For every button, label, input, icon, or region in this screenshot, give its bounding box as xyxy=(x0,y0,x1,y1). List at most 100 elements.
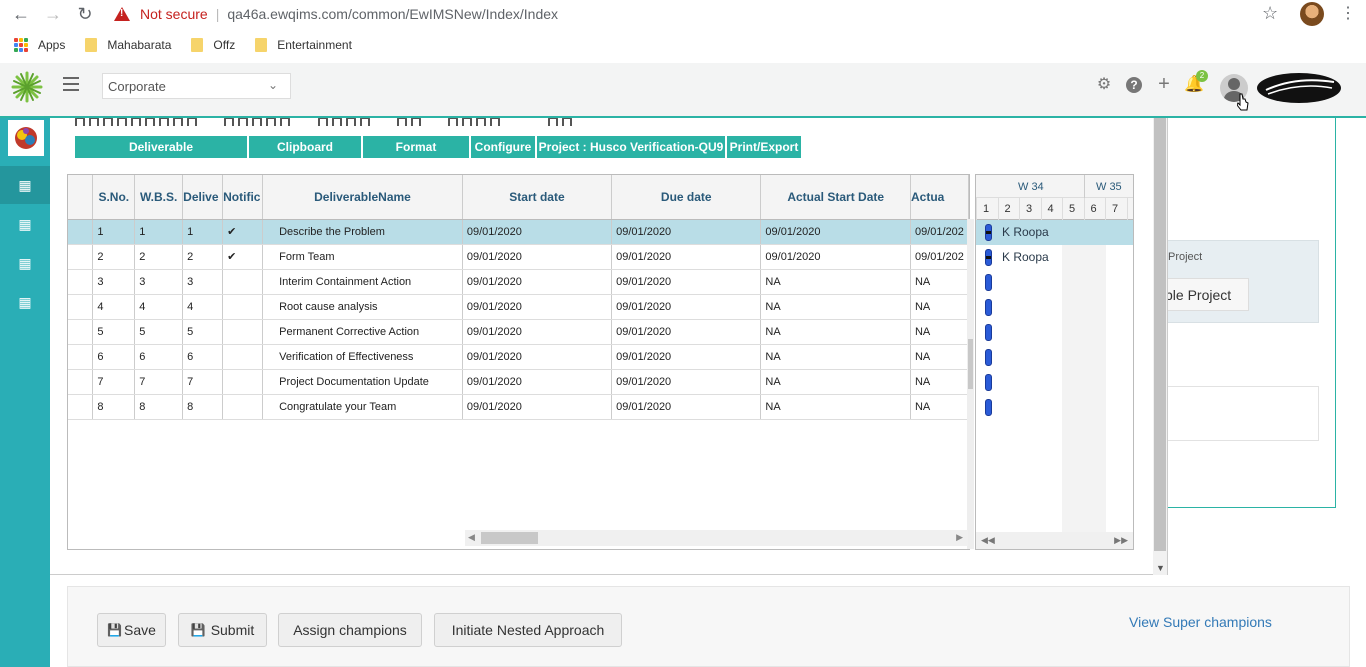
table-cell-name[interactable]: Interim Containment Action xyxy=(262,269,463,295)
table-cell-due[interactable]: 09/01/2020 xyxy=(611,394,762,420)
gantt-task-bar[interactable] xyxy=(985,324,992,341)
table-cell-wbs[interactable]: 8 xyxy=(134,394,184,420)
row-selector[interactable] xyxy=(68,369,94,395)
table-cell-due[interactable]: 09/01/2020 xyxy=(611,244,762,270)
sidebar-item-building-2[interactable]: ▦ xyxy=(0,205,50,243)
table-cell-notif[interactable] xyxy=(222,344,264,370)
table-cell-name[interactable]: Congratulate your Team xyxy=(262,394,463,420)
column-header[interactable]: Due date xyxy=(611,175,762,220)
table-cell-name[interactable]: Permanent Corrective Action xyxy=(262,319,463,345)
table-cell-due[interactable]: 09/01/2020 xyxy=(611,269,762,295)
add-plus-icon[interactable]: + xyxy=(1155,73,1173,95)
table-cell-due[interactable]: 09/01/2020 xyxy=(611,319,762,345)
column-header[interactable]: W.B.S. xyxy=(134,175,184,220)
column-header[interactable]: Actual Start Date xyxy=(760,175,911,220)
table-row[interactable]: 8 8 8 Congratulate your Team 09/01/2020 09/01… xyxy=(68,394,969,420)
table-cell-sno[interactable]: 1 xyxy=(92,219,136,245)
table-row[interactable]: 7 7 7 Project Documentation Update 09/01/202… xyxy=(68,369,969,395)
ribbon-group-print-export[interactable]: Print/Export xyxy=(727,136,801,158)
table-cell-actual-start[interactable]: NA xyxy=(760,319,911,345)
sidebar-item-building-3[interactable]: ▦ xyxy=(0,244,50,282)
table-cell-actual[interactable]: NA xyxy=(910,294,969,320)
modal-vertical-scrollbar[interactable]: ▼ xyxy=(1153,118,1167,575)
ribbon-group-format[interactable]: Format xyxy=(363,136,469,158)
column-header[interactable]: Delive xyxy=(182,175,224,220)
bookmark-star-icon[interactable]: ☆ xyxy=(1262,3,1278,24)
ribbon-group-configure[interactable]: Configure xyxy=(471,136,535,158)
table-cell-due[interactable]: 09/01/2020 xyxy=(611,344,762,370)
table-cell-start[interactable]: 09/01/2020 xyxy=(462,244,613,270)
table-cell-deliv[interactable]: 1 xyxy=(182,219,224,245)
table-cell-actual[interactable]: NA xyxy=(910,394,969,420)
table-cell-actual[interactable]: 09/01/202 xyxy=(910,219,969,245)
menu-toggle-icon[interactable] xyxy=(63,77,79,91)
table-cell-wbs[interactable]: 5 xyxy=(134,319,184,345)
table-cell-actual-start[interactable]: 09/01/2020 xyxy=(760,219,911,245)
bookmark-mahabarata[interactable]: Mahabarata xyxy=(85,38,171,52)
table-cell-actual[interactable]: NA xyxy=(910,369,969,395)
table-cell-wbs[interactable]: 1 xyxy=(134,219,184,245)
column-header[interactable]: DeliverableName xyxy=(262,175,463,220)
table-cell-name[interactable]: Root cause analysis xyxy=(262,294,463,320)
grid-horizontal-scrollbar[interactable]: ◀ ▶ xyxy=(465,530,968,546)
row-selector[interactable] xyxy=(68,269,94,295)
app-logo-icon[interactable] xyxy=(10,70,44,104)
submit-button[interactable]: 💾 Submit xyxy=(178,613,267,647)
table-cell-sno[interactable]: 6 xyxy=(92,344,136,370)
gantt-task-bar[interactable] xyxy=(985,349,992,366)
organization-select[interactable]: Corporate ⌄ xyxy=(102,73,291,99)
reload-icon[interactable]: ↻ xyxy=(74,3,96,25)
table-row[interactable]: 3 3 3 Interim Containment Action 09/01/2020 0… xyxy=(68,269,969,295)
table-cell-wbs[interactable]: 7 xyxy=(134,369,184,395)
scroll-thumb[interactable] xyxy=(1154,118,1166,551)
scroll-thumb[interactable] xyxy=(481,532,538,544)
settings-gear-icon[interactable]: ⚙ xyxy=(1095,75,1113,93)
table-cell-sno[interactable]: 8 xyxy=(92,394,136,420)
module-avatar-icon[interactable] xyxy=(8,120,44,156)
table-cell-start[interactable]: 09/01/2020 xyxy=(462,269,613,295)
sidebar-item-building-4[interactable]: ▦ xyxy=(0,283,50,321)
row-selector[interactable] xyxy=(68,219,94,245)
table-cell-sno[interactable]: 2 xyxy=(92,244,136,270)
table-cell-notif[interactable] xyxy=(222,294,264,320)
scroll-right-icon[interactable]: ▶ xyxy=(956,532,963,543)
table-cell-start[interactable]: 09/01/2020 xyxy=(462,219,613,245)
row-selector[interactable] xyxy=(68,394,94,420)
table-cell-sno[interactable]: 4 xyxy=(92,294,136,320)
initiate-nested-approach-button[interactable]: Initiate Nested Approach xyxy=(434,613,622,647)
table-cell-due[interactable]: 09/01/2020 xyxy=(611,219,762,245)
table-cell-sno[interactable]: 3 xyxy=(92,269,136,295)
help-icon[interactable]: ? xyxy=(1126,77,1142,93)
table-cell-deliv[interactable]: 7 xyxy=(182,369,224,395)
table-cell-deliv[interactable]: 3 xyxy=(182,269,224,295)
ribbon-group-clipboard[interactable]: Clipboard xyxy=(249,136,361,158)
table-cell-deliv[interactable]: 4 xyxy=(182,294,224,320)
bookmark-entertainment[interactable]: Entertainment xyxy=(255,38,352,52)
table-cell-deliv[interactable]: 8 xyxy=(182,394,224,420)
scroll-down-icon[interactable]: ▼ xyxy=(1156,563,1165,573)
table-cell-wbs[interactable]: 4 xyxy=(134,294,184,320)
gantt-task-bar[interactable] xyxy=(985,249,992,266)
table-cell-wbs[interactable]: 3 xyxy=(134,269,184,295)
table-cell-start[interactable]: 09/01/2020 xyxy=(462,394,613,420)
forward-icon[interactable]: → xyxy=(42,3,64,25)
scroll-left-icon[interactable]: ◀◀ xyxy=(981,535,995,546)
browser-profile-icon[interactable] xyxy=(1300,2,1324,26)
table-row[interactable]: 5 5 5 Permanent Corrective Action 09/01/2020… xyxy=(68,319,969,345)
gantt-task-bar[interactable] xyxy=(985,299,992,316)
table-cell-sno[interactable]: 7 xyxy=(92,369,136,395)
scroll-thumb[interactable] xyxy=(968,339,973,389)
column-header[interactable]: Actua xyxy=(910,175,969,220)
table-row[interactable]: 6 6 6 Verification of Effectiveness 09/01/20… xyxy=(68,344,969,370)
row-selector[interactable] xyxy=(68,244,94,270)
save-button[interactable]: 💾 Save xyxy=(97,613,166,647)
table-cell-actual-start[interactable]: NA xyxy=(760,369,911,395)
table-cell-name[interactable]: Project Documentation Update xyxy=(262,369,463,395)
back-icon[interactable]: ← xyxy=(10,3,32,25)
table-cell-wbs[interactable]: 2 xyxy=(134,244,184,270)
column-header[interactable]: S.No. xyxy=(92,175,136,220)
table-cell-notif[interactable] xyxy=(222,319,264,345)
column-header[interactable]: Start date xyxy=(462,175,613,220)
table-cell-name[interactable]: Describe the Problem xyxy=(262,219,463,245)
gantt-task-bar[interactable] xyxy=(985,274,992,291)
